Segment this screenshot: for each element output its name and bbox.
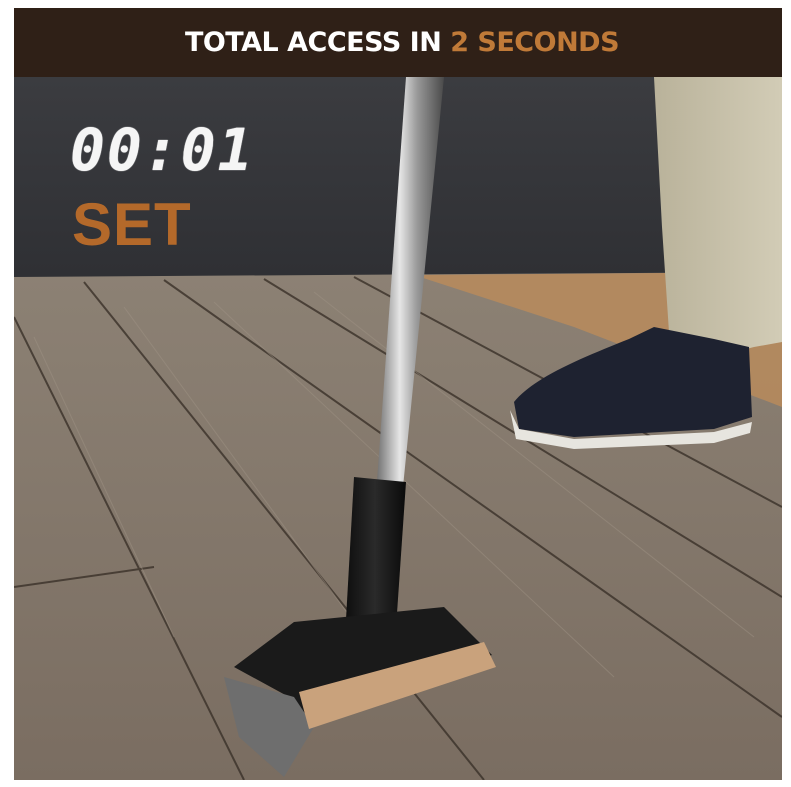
step-label: SET (72, 191, 192, 258)
ad-frame: TOTAL ACCESS IN 2 SECONDS 00:01 SET (14, 8, 782, 780)
timer-readout: 00:01 (70, 116, 255, 184)
headline-banner: TOTAL ACCESS IN 2 SECONDS (14, 8, 782, 77)
headline-accent: 2 SECONDS (450, 27, 620, 58)
headline: TOTAL ACCESS IN 2 SECONDS (177, 27, 620, 58)
headline-prefix: TOTAL ACCESS IN (184, 27, 451, 58)
